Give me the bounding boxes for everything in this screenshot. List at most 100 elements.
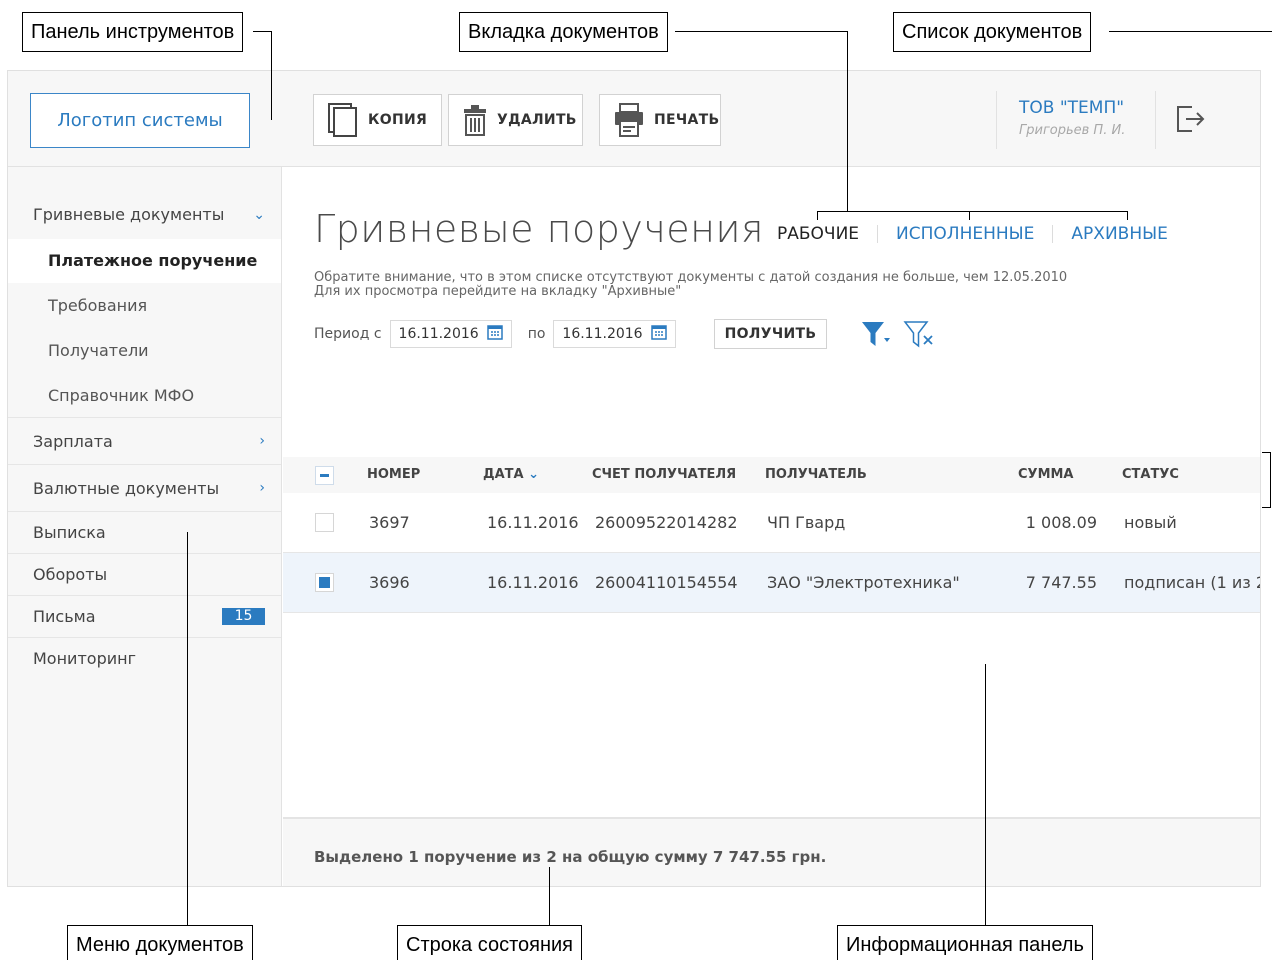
print-button[interactable]: ПЕЧАТЬ bbox=[599, 94, 721, 146]
period-filter: Период с 16.11.2016 по 16.11.2016 ПОЛУЧИ… bbox=[314, 319, 935, 349]
tab-executed[interactable]: ИСПОЛНЕННЫЕ bbox=[877, 225, 1052, 243]
sidebar-item-letters[interactable]: Письма 15 bbox=[8, 596, 281, 638]
callout-line bbox=[271, 31, 272, 120]
sidebar-item-mfo-directory[interactable]: Справочник МФО bbox=[8, 373, 281, 418]
tab-working[interactable]: РАБОЧИЕ bbox=[777, 225, 877, 243]
documents-menu: Гривневые документы ⌄ Платежное поручени… bbox=[8, 167, 282, 886]
filter-icon[interactable] bbox=[861, 320, 891, 348]
sidebar-item-label: Письма bbox=[33, 607, 96, 626]
print-button-label: ПЕЧАТЬ bbox=[654, 112, 720, 128]
callout-line bbox=[1262, 452, 1271, 453]
sidebar-item-recipients[interactable]: Получатели bbox=[8, 328, 281, 373]
column-date[interactable]: ДАТА ⌄ bbox=[483, 457, 539, 493]
date-from-value: 16.11.2016 bbox=[398, 326, 479, 342]
callout-line bbox=[187, 532, 188, 926]
row-account: 26004110154554 bbox=[595, 573, 738, 592]
sidebar-item-label: Гривневые документы bbox=[33, 205, 225, 224]
application-window: Логотип системы КОПИЯ УДАЛИТЬ ПЕЧАТЬ ТОВ… bbox=[7, 70, 1261, 887]
table-row[interactable]: 3697 16.11.2016 26009522014282 ЧП Гвард … bbox=[283, 493, 1260, 553]
status-text: Выделено 1 поручение из 2 на общую сумму… bbox=[314, 848, 827, 866]
table-row[interactable]: 3696 16.11.2016 26004110154554 ЗАО "Элек… bbox=[283, 553, 1261, 613]
select-all-checkbox[interactable] bbox=[315, 466, 334, 485]
delete-button[interactable]: УДАЛИТЬ bbox=[448, 94, 583, 146]
date-to-value: 16.11.2016 bbox=[562, 326, 643, 342]
sidebar-item-uah-documents[interactable]: Гривневые документы ⌄ bbox=[8, 167, 281, 239]
calendar-icon[interactable] bbox=[486, 324, 503, 344]
row-number: 3696 bbox=[369, 573, 410, 592]
notice-line-2: Для их просмотра перейдите на вкладку "А… bbox=[314, 284, 682, 299]
row-recipient: ЧП Гвард bbox=[767, 513, 846, 532]
document-tabs: РАБОЧИЕ ИСПОЛНЕННЫЕ АРХИВНЫЕ bbox=[777, 225, 1186, 243]
sidebar-item-label: Зарплата bbox=[33, 432, 113, 451]
chevron-right-icon: › bbox=[259, 480, 265, 496]
column-account[interactable]: СЧЕТ ПОЛУЧАТЕЛЯ bbox=[592, 457, 736, 493]
callout-line bbox=[253, 31, 271, 32]
sidebar-item-requirements[interactable]: Требования bbox=[8, 283, 281, 328]
row-checkbox[interactable] bbox=[315, 513, 334, 532]
company-name[interactable]: ТОВ "ТЕМП" bbox=[1019, 95, 1155, 121]
callout-doc-menu: Меню документов bbox=[67, 925, 253, 960]
sidebar-item-turnovers[interactable]: Обороты bbox=[8, 554, 281, 596]
sidebar-item-payment-order[interactable]: Платежное поручение bbox=[8, 239, 281, 283]
status-bar: Выделено 1 поручение из 2 на общую сумму… bbox=[283, 817, 1260, 886]
row-amount: 7 747.55 bbox=[1025, 573, 1097, 592]
calendar-icon[interactable] bbox=[650, 324, 667, 344]
printer-icon bbox=[614, 103, 644, 137]
page-title: Гривневые поручения bbox=[314, 207, 765, 251]
clear-filter-icon[interactable] bbox=[903, 320, 935, 348]
callout-line bbox=[1109, 31, 1272, 32]
row-status: подписан (1 из 2) bbox=[1124, 573, 1261, 592]
row-amount: 1 008.09 bbox=[1025, 513, 1097, 532]
row-status: новый bbox=[1124, 513, 1177, 532]
callout-line bbox=[817, 211, 1128, 212]
date-to-field[interactable]: 16.11.2016 bbox=[553, 320, 676, 348]
info-panel: Гривневые поручения РАБОЧИЕ ИСПОЛНЕННЫЕ … bbox=[283, 167, 1261, 886]
sidebar-item-salary[interactable]: Зарплата › bbox=[8, 418, 281, 465]
column-recipient[interactable]: ПОЛУЧАТЕЛЬ bbox=[765, 457, 867, 493]
logout-icon[interactable] bbox=[1176, 105, 1206, 137]
callout-line bbox=[1270, 452, 1271, 508]
chevron-down-icon: ⌄ bbox=[253, 207, 265, 223]
callout-toolbar: Панель инструментов bbox=[22, 12, 244, 52]
letters-count-badge: 15 bbox=[222, 608, 265, 625]
toolbar: Логотип системы КОПИЯ УДАЛИТЬ ПЕЧАТЬ ТОВ… bbox=[8, 71, 1260, 167]
documents-table-header: НОМЕР ДАТА ⌄ СЧЕТ ПОЛУЧАТЕЛЯ ПОЛУЧАТЕЛЬ … bbox=[283, 457, 1260, 493]
date-from-field[interactable]: 16.11.2016 bbox=[389, 320, 512, 348]
callout-doc-list: Список документов bbox=[893, 12, 1092, 52]
callout-line bbox=[817, 211, 818, 220]
row-date: 16.11.2016 bbox=[487, 513, 579, 532]
row-checkbox[interactable] bbox=[315, 573, 334, 592]
get-button[interactable]: ПОЛУЧИТЬ bbox=[713, 319, 828, 349]
column-number[interactable]: НОМЕР bbox=[367, 457, 420, 493]
callout-status-line: Строка состояния bbox=[397, 925, 583, 960]
column-status[interactable]: СТАТУС bbox=[1122, 457, 1179, 493]
company-info: ТОВ "ТЕМП" Григорьев П. И. bbox=[996, 91, 1156, 149]
row-number: 3697 bbox=[369, 513, 410, 532]
copy-button-label: КОПИЯ bbox=[368, 112, 428, 128]
chevron-right-icon: › bbox=[259, 433, 265, 449]
trash-icon bbox=[463, 104, 487, 136]
sort-down-icon: ⌄ bbox=[528, 467, 540, 482]
notice-line-1: Обратите внимание, что в этом списке отс… bbox=[314, 270, 1068, 285]
callout-line bbox=[1262, 507, 1271, 508]
callout-line bbox=[985, 664, 986, 926]
callout-info-panel: Информационная панель bbox=[837, 925, 1093, 960]
copy-button[interactable]: КОПИЯ bbox=[313, 94, 443, 146]
sidebar-item-statement[interactable]: Выписка bbox=[8, 512, 281, 554]
row-recipient: ЗАО "Электротехника" bbox=[767, 573, 960, 592]
callout-doc-tab: Вкладка документов bbox=[459, 12, 668, 52]
copy-icon bbox=[328, 103, 358, 137]
callout-line bbox=[549, 867, 550, 926]
system-logo: Логотип системы bbox=[30, 93, 250, 148]
sidebar-item-monitoring[interactable]: Мониторинг bbox=[8, 638, 281, 680]
period-from-label: Период с bbox=[314, 326, 382, 342]
callout-line bbox=[675, 31, 847, 32]
callout-line bbox=[1127, 211, 1128, 220]
column-date-label: ДАТА bbox=[483, 467, 524, 482]
period-to-label: по bbox=[527, 326, 546, 342]
user-name: Григорьев П. И. bbox=[1019, 123, 1126, 138]
sidebar-item-currency-documents[interactable]: Валютные документы › bbox=[8, 465, 281, 512]
delete-button-label: УДАЛИТЬ bbox=[497, 112, 577, 128]
tab-archived[interactable]: АРХИВНЫЕ bbox=[1052, 225, 1185, 243]
column-amount[interactable]: СУММА bbox=[1018, 457, 1074, 493]
